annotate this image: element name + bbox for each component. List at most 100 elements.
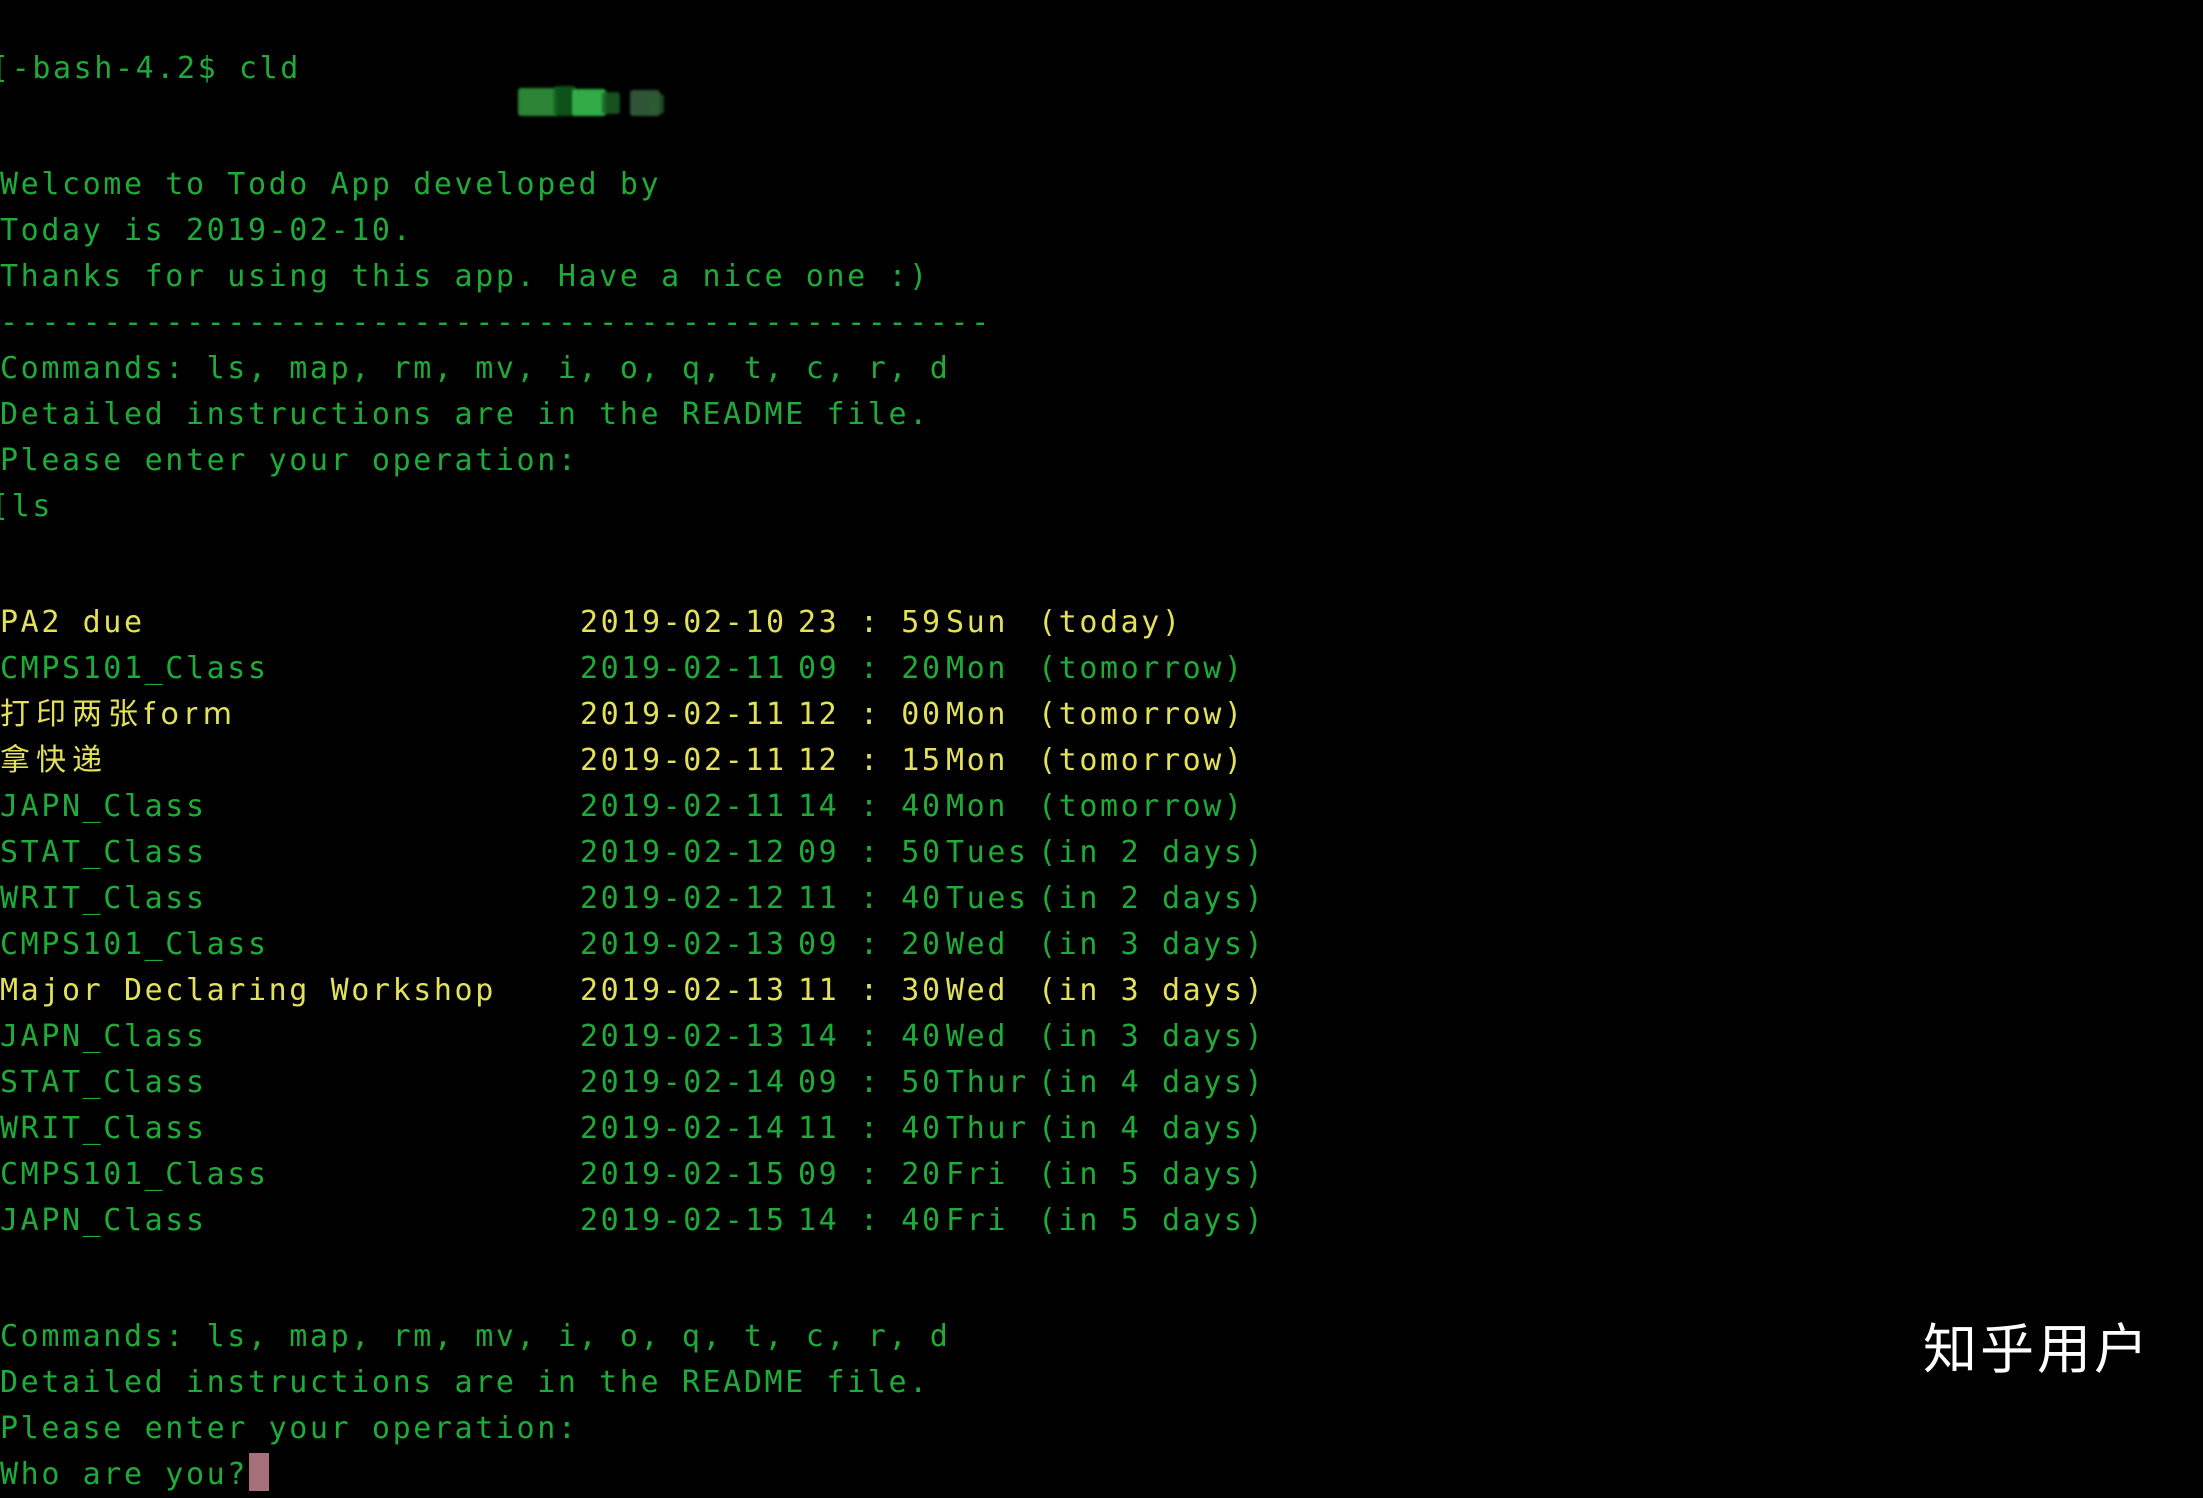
task-date: 2019-02-12 [580, 881, 787, 916]
task-date: 2019-02-11 [580, 697, 787, 732]
task-relative-due: (in 3 days) [1038, 1019, 1266, 1054]
task-row: WRIT_Class 2019-02-14 11 : 40 Thur (in 4 day… [0, 1106, 2203, 1152]
task-date: 2019-02-11 [580, 789, 787, 824]
task-day-of-week: Sun [946, 605, 1008, 640]
task-time: 09 : 50 [798, 835, 943, 870]
task-row: CMPS101_Class 2019-02-13 09 : 20 Wed (in 3 d… [0, 922, 2203, 968]
task-day-of-week: Thur [946, 1111, 1029, 1146]
task-time: 11 : 40 [798, 1111, 943, 1146]
today-line: Today is 2019-02-10. [0, 213, 414, 248]
who-are-you-prompt[interactable]: Who are you? [0, 1452, 2203, 1498]
task-title: CMPS101_Class [0, 927, 269, 962]
task-title: JAPN_Class [0, 1203, 207, 1238]
task-relative-due: (in 4 days) [1038, 1111, 1266, 1146]
welcome-text: Welcome to Todo App developed by [0, 167, 682, 202]
task-row: STAT_Class 2019-02-12 09 : 50 Tues (in 2 day… [0, 830, 2203, 876]
task-time: 11 : 30 [798, 973, 943, 1008]
task-date: 2019-02-11 [580, 743, 787, 778]
task-row: PA2 due 2019-02-10 23 : 59 Sun (today) [0, 600, 2203, 646]
task-title: JAPN_Class [0, 789, 207, 824]
task-time: 14 : 40 [798, 789, 943, 824]
task-day-of-week: Thur [946, 1065, 1029, 1100]
operation-prompt: Please enter your operation: [0, 443, 579, 478]
separator-line: ----------------------------------------… [0, 305, 992, 340]
task-list: PA2 due 2019-02-10 23 : 59 Sun (today) CMPS10… [0, 600, 2203, 1244]
task-date: 2019-02-15 [580, 1203, 787, 1238]
task-row: STAT_Class 2019-02-14 09 : 50 Thur (in 4 day… [0, 1060, 2203, 1106]
task-day-of-week: Wed [946, 973, 1008, 1008]
task-date: 2019-02-10 [580, 605, 787, 640]
watermark: 知乎用户 [1923, 1318, 2151, 1381]
operation-prompt-2: Please enter your operation: [0, 1411, 579, 1446]
commands-line: Commands: ls, map, rm, mv, i, o, q, t, c… [0, 351, 951, 386]
task-row: 打印两张form 2019-02-11 12 : 00 Mon (tomorrow) [0, 692, 2203, 738]
task-time: 09 : 20 [798, 1157, 943, 1192]
task-time: 09 : 20 [798, 927, 943, 962]
task-row: JAPN_Class 2019-02-13 14 : 40 Wed (in 3 days… [0, 1014, 2203, 1060]
text-cursor [248, 1453, 269, 1491]
task-title: JAPN_Class [0, 1019, 207, 1054]
task-title: CMPS101_Class [0, 1157, 269, 1192]
instructions-line: Detailed instructions are in the README … [0, 397, 930, 432]
who-are-you-text: Who are you? [0, 1457, 248, 1492]
task-date: 2019-02-14 [580, 1111, 787, 1146]
shell-prompt-line: [-bash-4.2$ cld [0, 51, 301, 86]
task-date: 2019-02-13 [580, 927, 787, 962]
task-day-of-week: Mon [946, 743, 1008, 778]
task-day-of-week: Fri [946, 1157, 1008, 1192]
task-relative-due: (tomorrow) [1038, 697, 1245, 732]
task-relative-due: (tomorrow) [1038, 743, 1245, 778]
task-day-of-week: Mon [946, 697, 1008, 732]
task-relative-due: (in 3 days) [1038, 973, 1266, 1008]
task-day-of-week: Fri [946, 1203, 1008, 1238]
task-relative-due: (in 5 days) [1038, 1157, 1266, 1192]
task-time: 14 : 40 [798, 1203, 943, 1238]
typed-command[interactable]: [ls [0, 484, 2203, 530]
task-time: 12 : 00 [798, 697, 943, 732]
task-row: CMPS101_Class 2019-02-11 09 : 20 Mon (tomorr… [0, 646, 2203, 692]
task-row: WRIT_Class 2019-02-12 11 : 40 Tues (in 2 day… [0, 876, 2203, 922]
task-relative-due: (in 5 days) [1038, 1203, 1266, 1238]
task-time: 12 : 15 [798, 743, 943, 778]
task-time: 23 : 59 [798, 605, 943, 640]
task-date: 2019-02-14 [580, 1065, 787, 1100]
task-title: CMPS101_Class [0, 651, 269, 686]
task-relative-due: (today) [1038, 605, 1183, 640]
task-date: 2019-02-13 [580, 973, 787, 1008]
task-time: 09 : 20 [798, 651, 943, 686]
task-relative-due: (in 4 days) [1038, 1065, 1266, 1100]
task-time: 11 : 40 [798, 881, 943, 916]
task-day-of-week: Tues [946, 881, 1029, 916]
task-row: 拿快递 2019-02-11 12 : 15 Mon (tomorrow) [0, 738, 2203, 784]
task-time: 09 : 50 [798, 1065, 943, 1100]
thanks-line: Thanks for using this app. Have a nice o… [0, 259, 930, 294]
commands-line-2: Commands: ls, map, rm, mv, i, o, q, t, c… [0, 1319, 951, 1354]
task-date: 2019-02-13 [580, 1019, 787, 1054]
task-title: WRIT_Class [0, 1111, 207, 1146]
task-title: STAT_Class [0, 1065, 207, 1100]
task-title: 打印两张form [0, 697, 238, 732]
task-date: 2019-02-12 [580, 835, 787, 870]
terminal-window[interactable]: [-bash-4.2$ cld Welcome to Todo App deve… [0, 0, 2203, 1492]
instructions-line-2: Detailed instructions are in the README … [0, 1365, 930, 1400]
task-row: JAPN_Class 2019-02-15 14 : 40 Fri (in 5 days… [0, 1198, 2203, 1244]
task-relative-due: (in 2 days) [1038, 881, 1266, 916]
task-day-of-week: Mon [946, 789, 1008, 824]
task-title: PA2 due [0, 605, 145, 640]
task-day-of-week: Wed [946, 927, 1008, 962]
task-row: JAPN_Class 2019-02-11 14 : 40 Mon (tomorrow) [0, 784, 2203, 830]
task-row: Major Declaring Workshop 2019-02-13 11 : 3… [0, 968, 2203, 1014]
task-relative-due: (in 3 days) [1038, 927, 1266, 962]
task-day-of-week: Wed [946, 1019, 1008, 1054]
task-title: WRIT_Class [0, 881, 207, 916]
task-relative-due: (tomorrow) [1038, 789, 1245, 824]
task-day-of-week: Mon [946, 651, 1008, 686]
task-day-of-week: Tues [946, 835, 1029, 870]
task-date: 2019-02-11 [580, 651, 787, 686]
